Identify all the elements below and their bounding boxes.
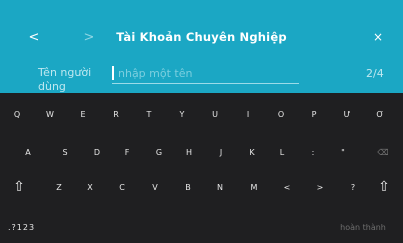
key-l[interactable]: L	[266, 137, 298, 167]
key-i[interactable]: I	[232, 99, 264, 129]
key-h[interactable]: H	[173, 137, 205, 167]
key-k[interactable]: K	[236, 137, 268, 167]
key-x[interactable]: X	[74, 172, 106, 202]
key-z[interactable]: Z	[43, 172, 75, 202]
key-o[interactable]: O	[265, 99, 297, 129]
key-c[interactable]: C	[106, 172, 138, 202]
keyboard-row-4: .?123 hoàn thành	[0, 212, 403, 242]
text-cursor	[112, 66, 114, 80]
page-title: Tài Khoản Chuyên Nghiệp	[116, 30, 287, 44]
on-screen-keyboard: Q W E R T Y U I O P Ư Ơ A S D F G H J K …	[0, 93, 403, 243]
key-p[interactable]: P	[298, 99, 330, 129]
key-t[interactable]: T	[133, 99, 165, 129]
keyboard-row-3: ⇧ Z X C V B N M < > ? ⇧	[0, 172, 403, 202]
username-input[interactable]	[118, 66, 296, 80]
backspace-icon[interactable]: ⌫	[367, 137, 399, 167]
key-quote[interactable]: "	[327, 137, 359, 167]
key-u-horn[interactable]: Ư	[331, 99, 363, 129]
key-v[interactable]: V	[139, 172, 171, 202]
step-counter: 2/4	[366, 67, 384, 80]
key-y[interactable]: Y	[166, 99, 198, 129]
space-bar[interactable]	[74, 212, 324, 242]
close-icon[interactable]: ×	[368, 27, 388, 47]
key-j[interactable]: J	[205, 137, 237, 167]
key-f[interactable]: F	[111, 137, 143, 167]
header-bar: < > Tài Khoản Chuyên Nghiệp × Tên người …	[0, 0, 403, 93]
keyboard-row-2: A S D F G H J K L : " ⌫	[0, 137, 403, 167]
key-less-than[interactable]: <	[271, 172, 303, 202]
shift-left-icon[interactable]: ⇧	[3, 172, 35, 202]
key-greater-than[interactable]: >	[304, 172, 336, 202]
key-u[interactable]: U	[199, 99, 231, 129]
numbers-key[interactable]: .?123	[8, 212, 68, 242]
done-button[interactable]: hoàn thành	[323, 212, 403, 242]
key-e[interactable]: E	[67, 99, 99, 129]
key-w[interactable]: W	[34, 99, 66, 129]
key-question[interactable]: ?	[337, 172, 369, 202]
key-colon[interactable]: :	[297, 137, 329, 167]
key-g[interactable]: G	[143, 137, 175, 167]
key-d[interactable]: D	[81, 137, 113, 167]
key-n[interactable]: N	[204, 172, 236, 202]
key-s[interactable]: S	[49, 137, 81, 167]
key-r[interactable]: R	[100, 99, 132, 129]
key-o-horn[interactable]: Ơ	[364, 99, 396, 129]
key-m[interactable]: M	[238, 172, 270, 202]
keyboard-row-1: Q W E R T Y U I O P Ư Ơ	[0, 99, 403, 129]
username-label: Tên người dùng	[38, 66, 92, 93]
key-a[interactable]: A	[12, 137, 44, 167]
shift-right-icon[interactable]: ⇧	[368, 172, 400, 202]
key-b[interactable]: B	[172, 172, 204, 202]
input-underline	[112, 83, 299, 84]
key-q[interactable]: Q	[1, 99, 33, 129]
